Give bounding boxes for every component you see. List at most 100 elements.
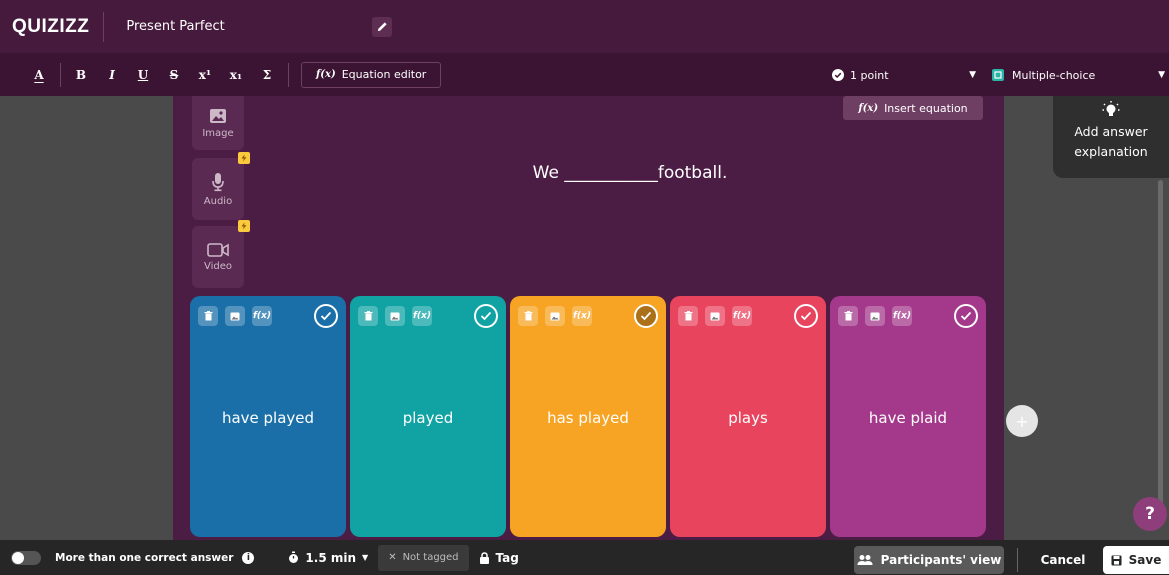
participants-view-button[interactable]: Participants' view	[854, 546, 1004, 574]
trash-icon	[684, 311, 692, 321]
quizizz-logo[interactable]: QUIZIZZ	[0, 11, 105, 42]
audio-label: Audio	[203, 195, 233, 207]
video-camera-icon	[207, 242, 229, 257]
delete-option-button[interactable]	[838, 306, 858, 326]
bottom-divider	[1017, 548, 1018, 572]
stopwatch-icon	[289, 551, 299, 563]
image-icon	[390, 312, 400, 320]
lock-icon	[479, 551, 489, 564]
equation-editor-label: Equation editor	[341, 68, 427, 81]
mark-correct-button[interactable]	[634, 304, 658, 328]
text-color-button[interactable]: A	[28, 64, 50, 86]
answer-option-text[interactable]: has played	[510, 409, 666, 427]
trash-icon	[524, 311, 532, 321]
check-icon	[800, 311, 812, 321]
check-icon	[320, 311, 332, 321]
insert-equation-label: Insert equation	[884, 101, 968, 115]
lightning-icon	[238, 220, 250, 232]
answer-option-text[interactable]: have plaid	[830, 409, 986, 427]
add-option-image-button[interactable]	[385, 306, 405, 326]
symbol-button[interactable]: Σ	[256, 64, 278, 86]
multiple-correct-label: More than one correct answer	[55, 551, 234, 564]
multiple-correct-toggle[interactable]	[11, 550, 41, 565]
insert-equation-button[interactable]: f(x) Insert equation	[843, 96, 983, 120]
trash-icon	[844, 311, 852, 321]
function-icon: f(x)	[316, 69, 336, 80]
add-option-image-button[interactable]	[545, 306, 565, 326]
answer-option-text[interactable]: have played	[190, 409, 346, 427]
question-type-dropdown[interactable]: Multiple-choice ▼	[986, 62, 1169, 88]
mark-correct-button[interactable]	[794, 304, 818, 328]
cancel-button[interactable]: Cancel	[1032, 546, 1094, 574]
image-label: Image	[202, 127, 234, 139]
multiple-choice-icon	[992, 69, 1004, 81]
add-option-image-button[interactable]	[865, 306, 885, 326]
equation-editor-button[interactable]: f(x) Equation editor	[301, 61, 442, 88]
save-label: Save	[1128, 553, 1162, 567]
delete-option-button[interactable]	[198, 306, 218, 326]
not-tagged-label: Not tagged	[402, 552, 459, 563]
superscript-button[interactable]: x¹	[194, 64, 216, 86]
info-icon[interactable]: i	[242, 551, 255, 564]
add-video-button[interactable]: Video	[192, 220, 250, 288]
quiz-title[interactable]: Present Parfect	[104, 19, 294, 34]
italic-button[interactable]: I	[101, 64, 123, 86]
option-equation-button[interactable]: f(x)	[572, 306, 592, 326]
add-option-image-button[interactable]	[705, 306, 725, 326]
save-icon	[1111, 555, 1122, 565]
tags-field[interactable]: ✕ Not tagged	[378, 544, 469, 571]
tag-button[interactable]: Tag	[467, 545, 531, 571]
edit-title-button[interactable]	[372, 16, 393, 37]
add-image-button[interactable]: Image	[192, 96, 244, 150]
option-equation-button[interactable]: f(x)	[892, 306, 912, 326]
time-limit-label: 1.5 min	[305, 550, 357, 565]
answer-option-card[interactable]: f(x) has played	[510, 296, 666, 537]
mark-correct-button[interactable]	[314, 304, 338, 328]
add-option-image-button[interactable]	[225, 306, 245, 326]
add-audio-button[interactable]: Audio	[192, 152, 250, 220]
delete-option-button[interactable]	[678, 306, 698, 326]
underline-button[interactable]: U	[132, 64, 154, 86]
option-equation-button[interactable]: f(x)	[412, 306, 432, 326]
question-text[interactable]: We ___________football.	[470, 163, 790, 183]
pencil-icon	[377, 22, 387, 32]
option-equation-button[interactable]: f(x)	[252, 306, 272, 326]
answer-option-card[interactable]: f(x) played	[350, 296, 506, 537]
points-dropdown[interactable]: 1 point ▼	[832, 62, 982, 88]
delete-option-button[interactable]	[518, 306, 538, 326]
time-limit-dropdown[interactable]: 1.5 min ▼	[288, 551, 368, 565]
bold-button[interactable]: B	[70, 64, 92, 86]
vertical-scrollbar[interactable]	[1158, 180, 1163, 510]
users-icon	[857, 555, 873, 565]
trash-icon	[204, 311, 212, 321]
answer-option-card[interactable]: f(x) have plaid	[830, 296, 986, 537]
save-button[interactable]: Save	[1103, 546, 1169, 574]
function-icon: f(x)	[858, 102, 879, 114]
check-icon	[640, 311, 652, 321]
microphone-icon	[212, 172, 224, 191]
help-button[interactable]: ?	[1133, 497, 1167, 531]
lightbulb-icon	[1102, 101, 1120, 116]
check-circle-icon	[832, 69, 844, 81]
strikethrough-button[interactable]: S	[163, 64, 185, 86]
video-label: Video	[203, 260, 233, 272]
add-answer-explanation-label: Add answer explanation	[1074, 124, 1148, 159]
answer-option-card[interactable]: f(x) have played	[190, 296, 346, 537]
tag-label: Tag	[495, 550, 519, 565]
option-equation-button[interactable]: f(x)	[732, 306, 752, 326]
subscript-button[interactable]: x₁	[225, 64, 247, 86]
mark-correct-button[interactable]	[954, 304, 978, 328]
answer-option-card[interactable]: f(x) plays	[670, 296, 826, 537]
add-answer-option-button[interactable]: +	[1006, 405, 1038, 437]
image-icon	[230, 312, 240, 320]
add-answer-explanation-button[interactable]: Add answer explanation	[1053, 96, 1169, 178]
answer-option-text[interactable]: plays	[670, 409, 826, 427]
mark-correct-button[interactable]	[474, 304, 498, 328]
participants-view-label: Participants' view	[880, 553, 1002, 567]
question-type-label: Multiple-choice	[1012, 68, 1096, 82]
lightning-icon	[238, 152, 250, 164]
delete-option-button[interactable]	[358, 306, 378, 326]
image-icon	[870, 312, 880, 320]
answer-option-text[interactable]: played	[350, 409, 506, 427]
image-icon	[710, 312, 720, 320]
